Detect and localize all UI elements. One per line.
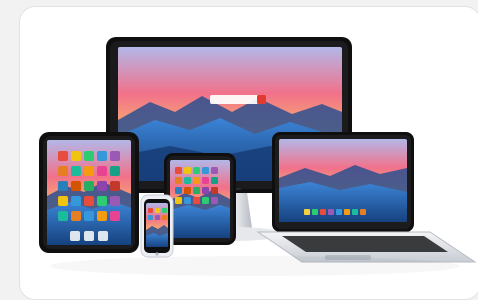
tablet-small <box>164 153 236 245</box>
devices-photo <box>39 37 477 263</box>
smartphone <box>140 194 174 258</box>
tablet-large <box>39 132 139 253</box>
laptop <box>256 132 477 263</box>
